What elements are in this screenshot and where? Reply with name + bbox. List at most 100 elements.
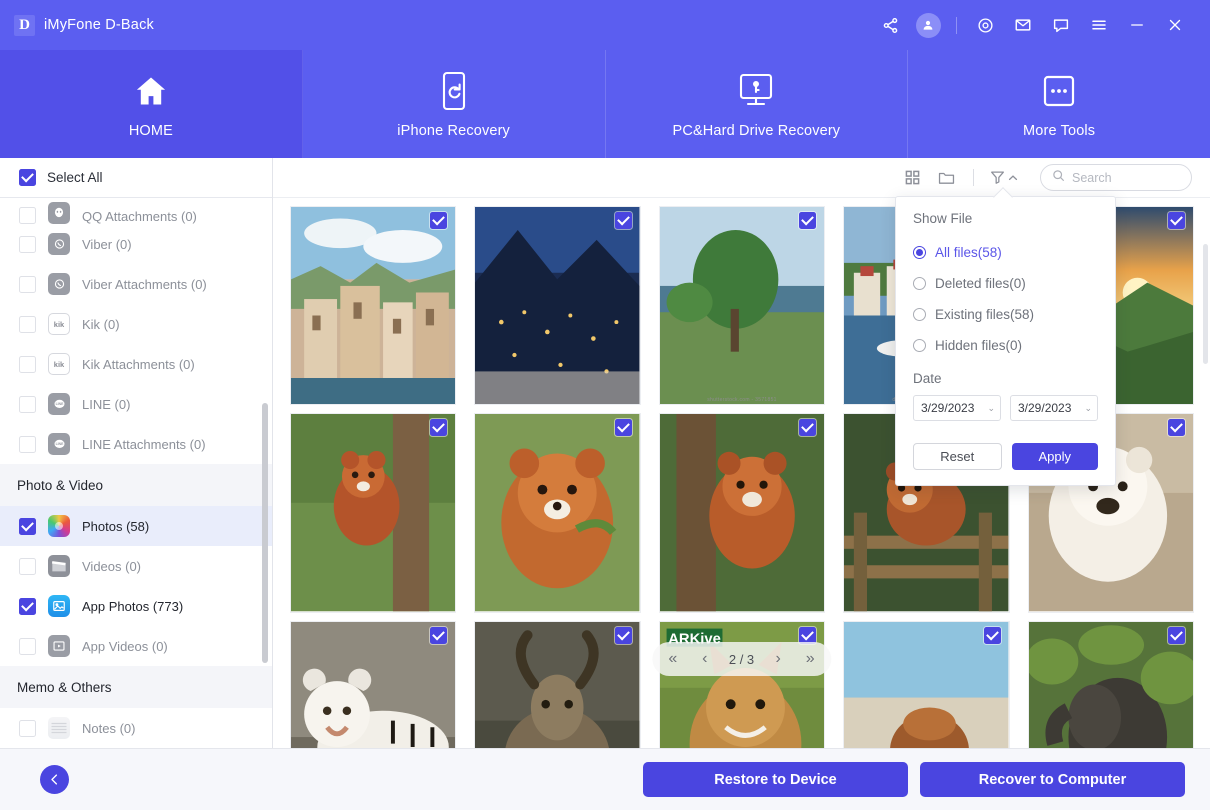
tab-iphone-recovery[interactable]: iPhone Recovery [303,50,606,158]
sidebar-item-app-videos[interactable]: App Videos (0) [0,626,272,666]
thumbnail[interactable] [474,206,641,406]
search-input[interactable] [1072,170,1180,185]
grid-cell[interactable]: ARKive [658,620,826,748]
menu-icon[interactable] [1080,8,1118,42]
thumbnail[interactable] [474,413,641,613]
prev-page-button[interactable]: ‹ [690,644,720,674]
item-checkbox[interactable] [19,395,36,413]
thumbnail-checkbox[interactable] [614,212,632,229]
tab-more-tools[interactable]: More Tools [908,50,1210,158]
sidebar-item-videos[interactable]: Videos (0) [0,546,272,586]
search-box[interactable] [1040,164,1192,191]
item-checkbox[interactable] [19,355,36,373]
sidebar-item-qq-attachments[interactable]: QQ Attachments (0) [0,198,272,224]
item-checkbox[interactable] [19,275,36,293]
next-page-button[interactable]: › [763,644,793,674]
grid-cell[interactable] [1027,620,1194,748]
sidebar-item-photos[interactable]: Photos (58) [0,506,272,546]
thumbnail-checkbox[interactable] [614,419,632,437]
apply-button[interactable]: Apply [1011,443,1098,470]
grid-cell[interactable] [290,206,457,406]
date-to-field[interactable]: 3/29/2023 ⌄ [1010,395,1098,421]
last-page-button[interactable]: » [795,644,825,674]
filter-option-existing-files[interactable]: Existing files(58) [913,299,1098,330]
item-checkbox[interactable] [19,517,36,535]
grid-cell[interactable] [474,620,641,748]
sidebar-item-line-attachments[interactable]: LINE LINE Attachments (0) [0,424,272,464]
radio-deleted-files[interactable] [913,277,926,290]
sidebar-item-line[interactable]: LINE LINE (0) [0,384,272,424]
folder-view-icon[interactable] [929,163,963,193]
grid-cell[interactable] [474,413,641,613]
select-all-checkbox[interactable] [19,169,36,186]
filter-option-hidden-files[interactable]: Hidden files(0) [913,330,1098,361]
grid-cell[interactable] [843,620,1010,748]
recover-to-computer-button[interactable]: Recover to Computer [920,762,1185,797]
thumbnail[interactable]: shutterstock.com - 3571851 [658,206,826,406]
grid-view-icon[interactable] [895,163,929,193]
thumbnail[interactable] [290,620,457,748]
filter-option-all-files[interactable]: All files(58) [913,237,1098,268]
thumbnail-checkbox[interactable] [1167,212,1185,229]
item-checkbox[interactable] [19,435,36,453]
item-checkbox[interactable] [19,207,36,224]
sidebar-item-kik-attachments[interactable]: kik Kik Attachments (0) [0,344,272,384]
sidebar-item-app-photos[interactable]: App Photos (773) [0,586,272,626]
close-icon[interactable] [1156,8,1194,42]
sidebar-item-viber[interactable]: Viber (0) [0,224,272,264]
account-avatar-icon[interactable] [909,8,947,42]
radio-hidden-files[interactable] [913,339,926,352]
first-page-button[interactable]: « [658,644,688,674]
filter-option-deleted-files[interactable]: Deleted files(0) [913,268,1098,299]
sidebar-item-viber-attachments[interactable]: Viber Attachments (0) [0,264,272,304]
thumbnail[interactable] [290,206,457,406]
sidebar-item-kik[interactable]: kik Kik (0) [0,304,272,344]
thumbnail[interactable] [1027,620,1194,748]
back-button[interactable] [40,765,69,794]
grid-cell[interactable] [658,413,826,613]
item-checkbox[interactable] [19,637,36,655]
date-from-field[interactable]: 3/29/2023 ⌄ [913,395,1001,421]
filter-funnel-icon[interactable] [984,169,1024,187]
item-checkbox[interactable] [19,235,36,253]
thumbnail-checkbox[interactable] [1167,419,1185,437]
thumbnail[interactable] [290,413,457,613]
reset-button[interactable]: Reset [913,443,1002,470]
share-icon[interactable] [871,8,909,42]
thumbnail[interactable] [658,413,826,613]
content-scrollbar[interactable] [1203,244,1208,364]
thumbnail-checkbox[interactable] [799,419,817,437]
tab-home[interactable]: HOME [0,50,303,158]
radio-existing-files[interactable] [913,308,926,321]
target-icon[interactable] [966,8,1004,42]
mail-icon[interactable] [1004,8,1042,42]
grid-cell[interactable] [290,413,457,613]
minimize-icon[interactable] [1118,8,1156,42]
thumbnail-checkbox[interactable] [430,212,448,229]
grid-cell[interactable] [290,620,457,748]
sidebar-item-notes[interactable]: Notes (0) [0,708,272,748]
thumbnail-checkbox[interactable] [430,626,448,644]
select-all-row[interactable]: Select All [0,158,272,198]
grid-cell[interactable] [474,206,641,406]
thumbnail[interactable] [843,620,1010,748]
thumbnail-checkbox[interactable] [430,419,448,437]
tab-pc-hard-drive-recovery[interactable]: PC&Hard Drive Recovery [606,50,909,158]
thumbnail[interactable] [474,620,641,748]
item-checkbox[interactable] [19,719,36,737]
thumbnail-checkbox[interactable] [799,212,817,229]
thumbnail-checkbox[interactable] [1167,626,1185,644]
sidebar-scrollbar[interactable] [262,403,268,663]
sidebar-scroll-area[interactable]: QQ Attachments (0) Viber (0) Viber Attac… [0,198,272,748]
radio-all-files[interactable] [913,246,926,259]
grid-cell[interactable]: shutterstock.com - 3571851 [658,206,826,406]
thumbnail[interactable]: ARKive [658,620,826,748]
item-checkbox[interactable] [19,315,36,333]
thumbnail-checkbox[interactable] [799,626,817,644]
chat-icon[interactable] [1042,8,1080,42]
restore-to-device-button[interactable]: Restore to Device [643,762,908,797]
thumbnail-checkbox[interactable] [614,626,632,644]
thumbnail-checkbox[interactable] [983,626,1001,644]
item-checkbox[interactable] [19,597,36,615]
item-checkbox[interactable] [19,557,36,575]
